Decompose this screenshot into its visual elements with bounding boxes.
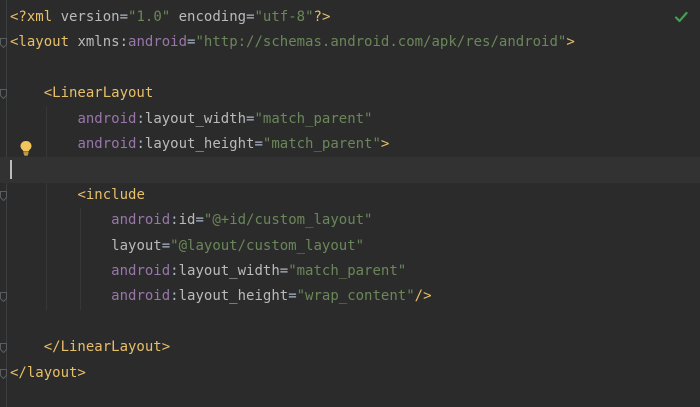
code-token: android	[111, 212, 171, 229]
code-line[interactable]: <LinearLayout	[0, 81, 700, 106]
code-token: encoding	[178, 9, 247, 25]
code-token: xml	[26, 9, 61, 25]
code-text: android:id="@+id/custom_layout"	[10, 208, 372, 233]
code-token: :	[119, 34, 129, 51]
code-line[interactable]	[0, 157, 700, 183]
code-token: :	[170, 288, 179, 305]
code-text: <?xml version="1.0" encoding="utf-8"?>	[10, 5, 330, 30]
code-line[interactable]: android:layout_width="match_parent"	[0, 259, 700, 285]
check-icon[interactable]	[674, 10, 688, 24]
code-text: android:layout_width="match_parent"	[10, 259, 406, 284]
fold-marker-icon[interactable]	[0, 190, 7, 201]
fold-marker-icon[interactable]	[0, 89, 7, 100]
code-token: >	[566, 34, 575, 51]
lightbulb-icon[interactable]	[19, 140, 33, 156]
code-token: =	[246, 9, 255, 25]
fold-marker-icon[interactable]	[0, 343, 7, 354]
code-token: :	[170, 263, 179, 279]
code-token: "wrap_content"	[296, 288, 415, 305]
code-token: android	[111, 263, 171, 279]
text-caret	[10, 160, 12, 179]
code-token: layout_width	[178, 263, 280, 279]
code-token: "match_parent"	[288, 263, 407, 279]
code-token: =	[161, 237, 171, 254]
code-token: </layout>	[10, 364, 86, 381]
code-line[interactable]: <include	[0, 182, 700, 209]
code-text: android:layout_height="wrap_content"/>	[10, 284, 432, 309]
code-token: =	[279, 263, 289, 279]
code-line[interactable]: android:layout_height="match_parent">	[0, 132, 700, 158]
fold-marker-icon[interactable]	[0, 368, 7, 379]
code-token: =	[195, 212, 204, 229]
code-token: "@+id/custom_layout"	[203, 212, 373, 229]
code-token: :	[136, 110, 145, 127]
code-token: android	[77, 110, 137, 127]
fold-marker-icon[interactable]	[0, 38, 7, 49]
code-text: </LinearLayout>	[10, 335, 170, 360]
code-text: <LinearLayout	[10, 81, 154, 106]
code-token: "utf-8"	[254, 9, 314, 25]
code-token: android	[111, 288, 171, 305]
code-token: "1.0"	[128, 9, 171, 25]
code-token: xmlns	[77, 34, 120, 51]
code-token: <include	[77, 186, 145, 203]
code-line[interactable]: </LinearLayout>	[0, 335, 700, 360]
code-token: version	[60, 9, 120, 25]
code-line[interactable]: android:layout_width="match_parent"	[0, 106, 700, 132]
code-token: >	[380, 136, 390, 152]
code-line[interactable]: android:id="@+id/custom_layout"	[0, 208, 700, 234]
code-editor[interactable]: <?xml version="1.0" encoding="utf-8"?> <l…	[0, 0, 700, 407]
code-token: id	[178, 212, 196, 229]
code-token: "match_parent"	[254, 110, 373, 127]
code-token: layout_height	[144, 136, 255, 152]
code-line[interactable]	[0, 310, 700, 335]
code-line[interactable]	[0, 56, 700, 81]
code-token: ?>	[313, 9, 331, 25]
code-text: <layout xmlns:android="http://schemas.an…	[10, 30, 575, 55]
code-token: <layout	[10, 34, 78, 51]
code-token: :	[136, 136, 145, 152]
code-line[interactable]: <layout xmlns:android="http://schemas.an…	[0, 30, 700, 55]
code-token: />	[414, 288, 432, 305]
code-token: "match_parent"	[262, 136, 381, 152]
code-token: layout_height	[178, 288, 289, 305]
code-token: android	[77, 136, 137, 152]
code-text: layout="@layout/custom_layout"	[10, 234, 364, 259]
code-token: <LinearLayout	[43, 85, 154, 102]
code-token: :	[170, 212, 179, 229]
code-token: "@layout/custom_layout"	[170, 237, 365, 254]
code-text: android:layout_width="match_parent"	[10, 107, 373, 132]
code-line[interactable]: layout="@layout/custom_layout"	[0, 233, 700, 259]
code-line[interactable]: <?xml version="1.0" encoding="utf-8"?>	[0, 5, 700, 30]
code-token: layout_width	[144, 110, 247, 127]
code-token: android	[128, 34, 188, 51]
code-token: "http://schemas.android.com/apk/res/andr…	[195, 34, 567, 51]
code-text: </layout>	[10, 361, 86, 386]
code-token: =	[288, 288, 297, 305]
fold-marker-icon[interactable]	[0, 292, 7, 303]
code-token: =	[119, 9, 129, 25]
code-text: android:layout_height="match_parent">	[10, 132, 389, 157]
code-token: layout	[111, 237, 162, 254]
code-text: <include	[10, 183, 145, 208]
code-line[interactable]: android:layout_height="wrap_content"/>	[0, 284, 700, 310]
code-token: =	[254, 136, 263, 152]
code-token: </LinearLayout>	[43, 339, 171, 356]
code-line[interactable]: </layout>	[0, 361, 700, 386]
code-token: <?	[10, 9, 27, 25]
